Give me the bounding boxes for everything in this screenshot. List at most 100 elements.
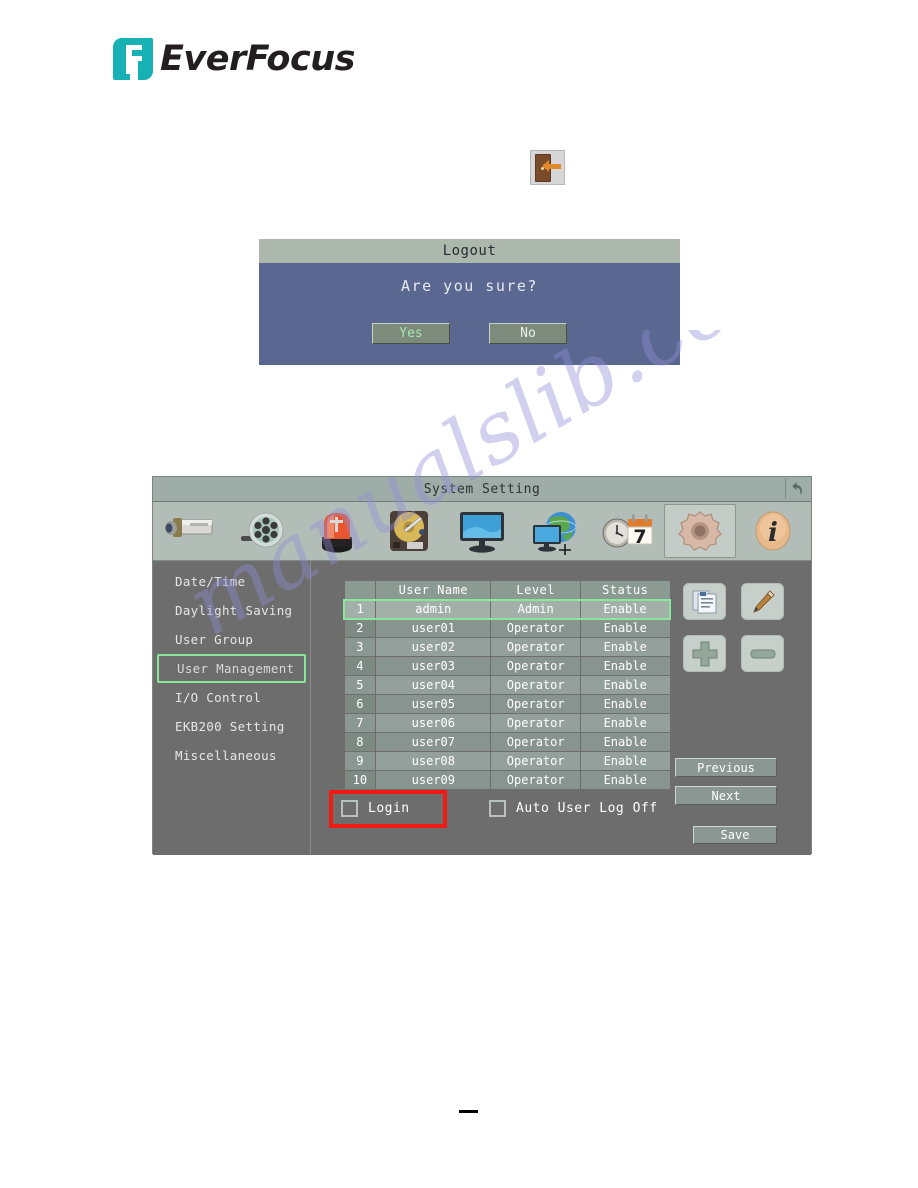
column-header-status: Status [580,580,671,600]
clock-calendar-icon: 7 [602,514,653,548]
sidebar-item-miscellaneous[interactable]: Miscellaneous [157,741,306,770]
svg-text:7: 7 [634,526,647,548]
sidebar-item-daylight-saving[interactable]: Daylight Saving [157,596,306,625]
row-status: Enable [580,770,671,790]
sidebar-item-user-group[interactable]: User Group [157,625,306,654]
system-setting-titlebar: System Setting [153,477,811,502]
toolbar-item-disk[interactable] [373,504,446,558]
toolbar-item-alarm[interactable] [300,504,373,558]
table-row[interactable]: 3 user02 Operator Enable [343,637,671,657]
row-index: 7 [343,713,377,733]
copy-user-icon [692,590,716,613]
row-status: Enable [580,618,671,638]
auto-user-log-off-checkbox[interactable] [489,800,506,817]
row-level: Operator [490,618,581,638]
logout-yes-button[interactable]: Yes [372,323,450,344]
network-globe-icon [532,512,577,555]
settings-sidebar: Date/Time Daylight Saving User Group Use… [153,561,311,855]
toolbar-item-information[interactable]: i [736,504,809,558]
row-user-name: user02 [375,637,492,657]
info-icon: i [755,511,791,551]
table-row[interactable]: 9 user08 Operator Enable [343,751,671,771]
row-user-name: user08 [375,751,492,771]
row-user-name: user04 [375,675,492,695]
user-table: User Name Level Status 1 admin Admin Ena… [343,580,671,790]
row-level: Operator [490,694,581,714]
save-button[interactable]: Save [693,826,777,844]
logout-dialog: Logout Are you sure? Yes No [259,239,680,365]
logout-dialog-body: Are you sure? Yes No [259,263,680,365]
table-row[interactable]: 8 user07 Operator Enable [343,732,671,752]
table-row[interactable]: 4 user03 Operator Enable [343,656,671,676]
logout-dialog-question: Are you sure? [401,277,538,295]
user-management-content: User Name Level Status 1 admin Admin Ena… [311,561,811,855]
logout-dialog-title-text: Logout [442,243,497,259]
sidebar-item-ekb200-setting[interactable]: EKB200 Setting [157,712,306,741]
toolbar-item-schedule[interactable]: 7 [591,504,664,558]
table-row[interactable]: 2 user01 Operator Enable [343,618,671,638]
system-setting-window: System Setting 7 i Date/Time Daylight Sa… [152,476,812,855]
record-reel-icon [241,512,284,548]
auto-user-log-off-label: Auto User Log Off [516,801,658,816]
add-user-button[interactable] [683,635,726,672]
row-index: 3 [343,637,377,657]
page-title: System Setting [423,481,541,497]
row-index: 9 [343,751,377,771]
row-level: Operator [490,637,581,657]
exit-arrow [542,160,561,172]
back-arrow-glyph [791,482,802,494]
row-user-name: user07 [375,732,492,752]
row-index: 1 [343,598,377,620]
logo-bar [132,56,142,61]
row-level: Operator [490,656,581,676]
row-level: Operator [490,713,581,733]
table-row[interactable]: 6 user05 Operator Enable [343,694,671,714]
row-index: 6 [343,694,377,714]
sidebar-item-io-control[interactable]: I/O Control [157,683,306,712]
row-index: 10 [343,770,377,790]
logout-no-button[interactable]: No [489,323,567,344]
table-row[interactable]: 5 user04 Operator Enable [343,675,671,695]
add-plus-icon [692,641,717,666]
copy-user-button[interactable] [683,583,726,620]
next-page-button[interactable]: Next [675,786,777,805]
column-header-index [343,580,377,600]
table-row[interactable]: 7 user06 Operator Enable [343,713,671,733]
auto-user-log-off-checkbox-group[interactable]: Auto User Log Off [489,800,658,817]
row-user-name: admin [375,598,492,620]
row-level: Operator [490,751,581,771]
row-status: Enable [580,751,671,771]
row-user-name: user06 [375,713,492,733]
brand-name: EverFocus [160,39,355,79]
row-status: Enable [580,598,671,620]
column-header-user-name: User Name [375,580,492,600]
edit-pencil-icon [752,589,775,613]
row-status: Enable [580,713,671,733]
row-index: 5 [343,675,377,695]
remove-minus-icon [750,649,775,658]
edit-user-button[interactable] [741,583,784,620]
toolbar-item-network[interactable] [518,504,591,558]
login-highlight-annotation [329,790,447,828]
logout-dialog-title: Logout [259,239,680,263]
table-row[interactable]: 1 admin Admin Enable [343,598,671,620]
toolbar-item-record[interactable] [228,504,301,558]
table-header-row: User Name Level Status [343,580,671,600]
toolbar-item-display[interactable] [446,504,519,558]
brand-logo: EverFocus [113,38,355,80]
remove-user-button[interactable] [741,635,784,672]
row-user-name: user05 [375,694,492,714]
logout-dialog-buttons: Yes No [259,323,680,344]
logout-door-arrow-icon[interactable] [530,150,565,185]
previous-page-button[interactable]: Previous [675,758,777,777]
row-user-name: user03 [375,656,492,676]
back-arrow-icon[interactable] [785,478,809,499]
gear-icon [678,511,722,551]
toolbar-item-camera[interactable] [155,504,228,558]
alarm-light-icon [321,513,352,553]
row-index: 8 [343,732,377,752]
sidebar-item-user-management[interactable]: User Management [157,654,306,683]
table-row[interactable]: 10 user09 Operator Enable [343,770,671,790]
sidebar-item-date-time[interactable]: Date/Time [157,567,306,596]
toolbar-item-system[interactable] [663,504,737,558]
